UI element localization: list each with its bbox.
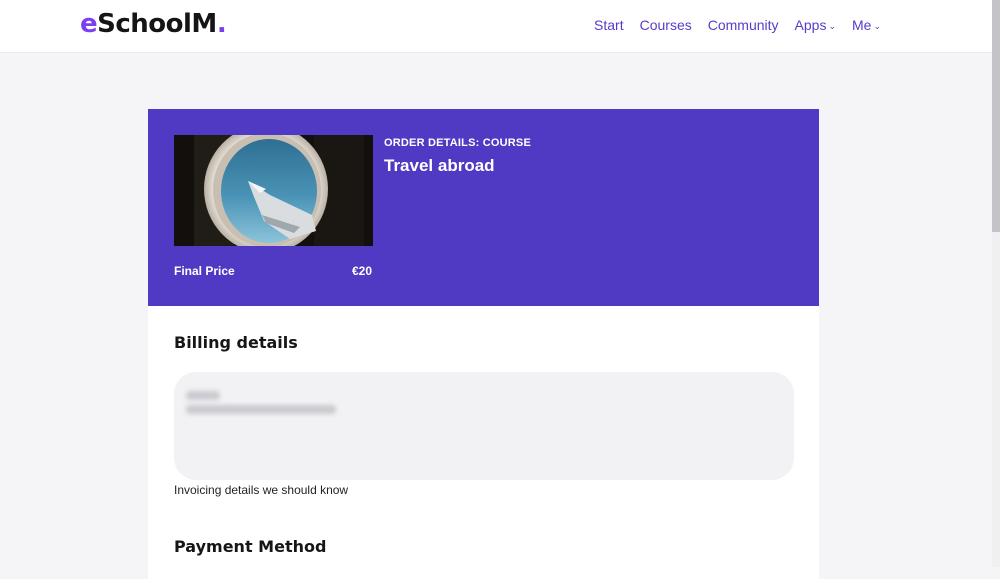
nav-courses[interactable]: Courses	[640, 17, 692, 33]
order-details-eyebrow: ORDER DETAILS: COURSE	[384, 137, 532, 149]
page-scrollbar[interactable]	[992, 0, 1000, 567]
nav-me-label: Me	[852, 17, 872, 33]
payment-method-title: Payment Method	[174, 537, 327, 556]
nav-courses-label: Courses	[639, 17, 692, 33]
nav-start-label: Start	[594, 17, 624, 33]
redacted-text	[186, 391, 220, 400]
course-title: Travel abroad	[384, 156, 495, 175]
logo-dot: .	[216, 9, 227, 39]
order-details-header: ORDER DETAILS: COURSE Travel abroad Fina…	[148, 109, 819, 306]
final-price-value: €20	[352, 264, 373, 278]
nav-me[interactable]: Me ⌄	[852, 17, 881, 33]
logo-e: e	[80, 9, 98, 39]
scrollbar-thumb[interactable]	[992, 0, 1000, 232]
main-nav: Start Courses Community Apps ⌄ Me ⌄	[594, 17, 881, 33]
nav-apps[interactable]: Apps ⌄	[795, 17, 836, 33]
course-thumbnail	[174, 135, 373, 246]
site-logo[interactable]: eSchoolM.	[80, 9, 227, 39]
billing-details-field[interactable]	[174, 372, 794, 480]
billing-details-title: Billing details	[174, 333, 298, 352]
checkout-card: ORDER DETAILS: COURSE Travel abroad Fina…	[148, 109, 819, 579]
logo-text: SchoolM	[97, 9, 217, 39]
billing-helper-text: Invoicing details we should know	[174, 483, 349, 497]
chevron-down-icon: ⌄	[873, 20, 881, 31]
redacted-text	[186, 405, 336, 414]
nav-start[interactable]: Start	[594, 17, 624, 33]
nav-community-label: Community	[707, 17, 779, 33]
top-navigation-bar: eSchoolM. Start Courses Community Apps ⌄ …	[0, 0, 992, 53]
airplane-window-image	[174, 135, 373, 246]
final-price-label: Final Price	[174, 264, 235, 278]
nav-apps-label: Apps	[794, 17, 827, 33]
chevron-down-icon: ⌄	[828, 20, 836, 31]
nav-community[interactable]: Community	[708, 17, 779, 33]
